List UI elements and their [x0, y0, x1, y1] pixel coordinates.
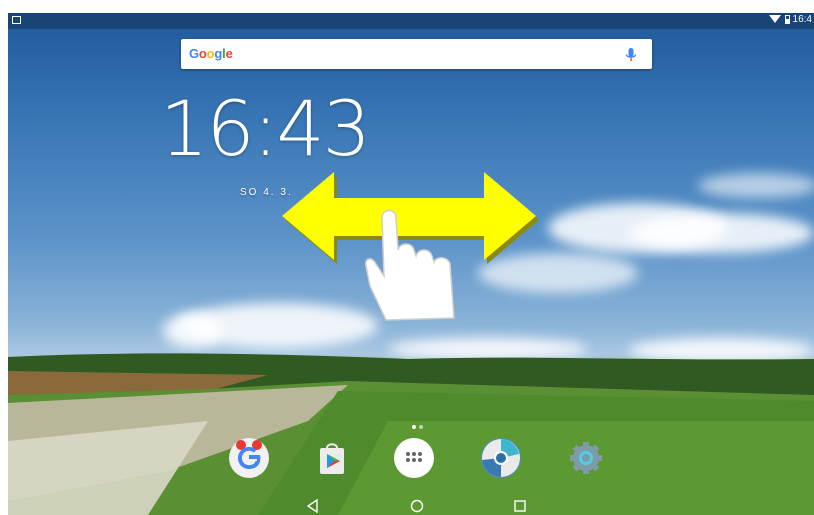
wifi-icon: [768, 15, 781, 24]
google-search-bar[interactable]: Google: [181, 39, 652, 69]
page-indicator-dot-active: [412, 425, 416, 429]
landscape: [8, 353, 814, 515]
recents-icon[interactable]: [513, 499, 527, 513]
app-drawer[interactable]: [394, 438, 434, 478]
status-bar: 16:4: [8, 13, 814, 29]
status-icons: 16:4: [768, 14, 812, 25]
apps-grid-icon: [397, 441, 431, 475]
home-icon[interactable]: [410, 499, 424, 513]
battery-icon: [784, 14, 790, 24]
cloud: [698, 173, 814, 198]
cloud: [163, 313, 223, 348]
play-store[interactable]: [312, 438, 352, 478]
settings-app[interactable]: [566, 438, 606, 478]
cloud: [628, 213, 814, 253]
page-indicator-dot: [419, 425, 423, 429]
chrome-icon: [482, 439, 520, 478]
settings-gear-icon: [570, 442, 602, 474]
mic-icon[interactable]: [624, 47, 638, 63]
chrome-app[interactable]: [481, 438, 521, 478]
swipe-gesture-overlay: [282, 172, 538, 321]
screenshot-icon: [12, 16, 21, 24]
status-time: 16:4: [792, 14, 812, 25]
back-icon[interactable]: [306, 499, 320, 513]
navigation-bar: [8, 497, 814, 515]
google-logo: Google: [189, 46, 233, 61]
google-app[interactable]: [229, 438, 269, 478]
google-icon: [230, 439, 268, 477]
play-store-icon: [320, 443, 344, 474]
clock-time[interactable]: 16:43: [160, 91, 371, 167]
home-screen[interactable]: 16:4 Google 16:43 SO 4. 3.: [8, 13, 814, 515]
